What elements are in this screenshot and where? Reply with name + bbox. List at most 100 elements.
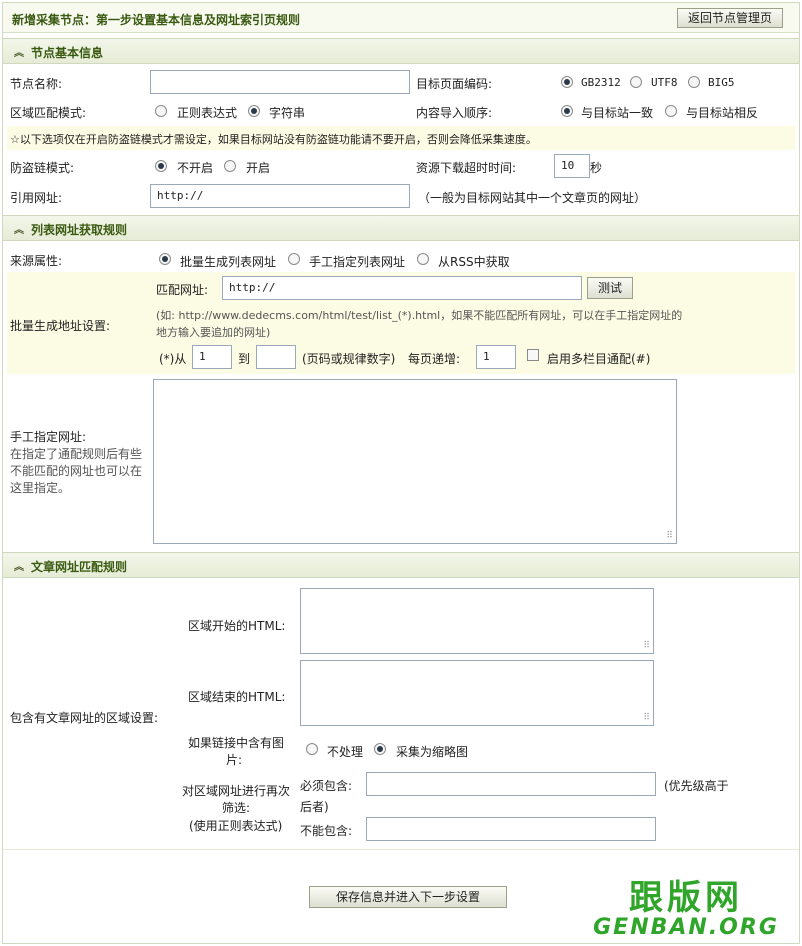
priority-hint-2: 后者): [300, 800, 329, 814]
manual-url-textarea[interactable]: ⠿: [153, 379, 677, 544]
encoding-gb2312-radio[interactable]: [561, 76, 573, 88]
page-header: 新增采集节点：第一步设置基本信息及网址索引页规则 返回节点管理页: [3, 3, 799, 33]
match-mode-regex-label: 正则表达式: [177, 106, 238, 120]
match-url-label: 匹配网址:: [156, 283, 209, 297]
node-name-label: 节点名称:: [10, 77, 63, 91]
match-mode-regex-radio[interactable]: [155, 105, 167, 117]
genban-watermark-logo: 跟版网 GENBAN.ORG: [573, 880, 799, 940]
step-label: 每页递增:: [408, 352, 461, 366]
encoding-gb2312-label: GB2312: [581, 76, 621, 89]
cannot-contain-input[interactable]: [366, 817, 656, 841]
node-name-input[interactable]: [150, 70, 410, 94]
multi-column-checkbox[interactable]: [527, 349, 539, 361]
source-batch-label: 批量生成列表网址: [180, 255, 277, 269]
article-area-label: 包含有文章网址的区域设置:: [10, 711, 159, 725]
source-rss-radio[interactable]: [417, 253, 429, 265]
timeout-label: 资源下载超时时间:: [416, 161, 517, 175]
import-order-same-label: 与目标站一致: [581, 106, 654, 120]
manual-url-label: 手工指定网址:: [10, 430, 87, 444]
antileech-on-label: 开启: [246, 161, 271, 175]
match-url-input[interactable]: http://: [222, 276, 582, 300]
source-manual-radio[interactable]: [288, 253, 300, 265]
from-label: (*)从: [159, 352, 187, 366]
filter-label-3: (使用正则表达式): [189, 819, 283, 833]
image-label-1: 如果链接中含有图: [188, 736, 285, 750]
section-basic-title: 节点基本信息: [31, 46, 104, 60]
image-label-2: 片:: [226, 753, 243, 767]
save-next-button[interactable]: 保存信息并进入下一步设置: [309, 886, 508, 908]
footer-divider: [3, 849, 799, 850]
antileech-off-radio[interactable]: [155, 160, 167, 172]
cannot-contain-label: 不能包含:: [300, 824, 353, 838]
referer-input[interactable]: http://: [150, 184, 410, 208]
encoding-big5-label: BIG5: [708, 76, 735, 89]
encoding-utf8-label: UTF8: [651, 76, 678, 89]
import-order-label: 内容导入顺序:: [416, 106, 493, 120]
section-article-title: 文章网址匹配规则: [31, 560, 128, 574]
timeout-input[interactable]: 10: [554, 154, 590, 178]
timeout-unit: 秒: [590, 161, 603, 175]
filter-label-2: 筛选:: [222, 801, 251, 815]
manual-url-hint-3: 这里指定。: [10, 481, 71, 495]
resize-grip-icon[interactable]: ⠿: [643, 714, 650, 723]
test-button[interactable]: 测试: [587, 277, 634, 299]
match-mode-label: 区域匹配模式:: [10, 106, 87, 120]
section-basic-header[interactable]: ︽ 节点基本信息: [3, 38, 799, 64]
import-order-same-radio[interactable]: [561, 105, 573, 117]
manual-url-hint-1: 在指定了通配规则后有些: [10, 447, 143, 461]
to-label: 到: [238, 352, 251, 366]
section-article-header[interactable]: ︽ 文章网址匹配规则: [3, 552, 799, 578]
section-list-header[interactable]: ︽ 列表网址获取规则: [3, 215, 799, 241]
form-frame: 新增采集节点：第一步设置基本信息及网址索引页规则 返回节点管理页 ︽ 节点基本信…: [2, 2, 800, 944]
import-order-reverse-label: 与目标站相反: [686, 106, 759, 120]
from-input[interactable]: 1: [192, 345, 232, 369]
to-hint: (页码或规律数字): [302, 352, 396, 366]
end-html-textarea[interactable]: ⠿: [300, 660, 654, 726]
start-html-textarea[interactable]: ⠿: [300, 588, 654, 654]
page-title: 新增采集节点：第一步设置基本信息及网址索引页规则: [12, 13, 301, 27]
example-line-2: 地方输入要追加的网址): [156, 326, 271, 339]
section-list-title: 列表网址获取规则: [31, 223, 128, 237]
filter-label-1: 对区域网址进行再次: [182, 784, 291, 798]
must-contain-input[interactable]: [366, 772, 656, 796]
resize-grip-icon[interactable]: ⠿: [643, 642, 650, 651]
manual-url-hint-2: 不能匹配的网址也可以在: [10, 464, 143, 478]
image-ignore-label: 不处理: [327, 745, 364, 759]
example-line-1: (如: http://www.dedecms.com/html/test/lis…: [156, 309, 683, 322]
batch-label: 批量生成地址设置:: [10, 319, 111, 333]
watermark-line-1: 跟版网: [629, 878, 743, 918]
watermark-line-2: GENBAN.ORG: [593, 915, 779, 940]
must-contain-label: 必须包含:: [300, 779, 353, 793]
to-input[interactable]: [256, 345, 296, 369]
end-html-label: 区域结束的HTML:: [188, 690, 286, 704]
image-thumb-radio[interactable]: [374, 743, 386, 755]
image-ignore-radio[interactable]: [306, 743, 318, 755]
resize-grip-icon[interactable]: ⠿: [666, 532, 673, 541]
antileech-off-label: 不开启: [177, 161, 214, 175]
encoding-utf8-radio[interactable]: [630, 76, 642, 88]
encoding-big5-radio[interactable]: [688, 76, 700, 88]
multi-column-label: 启用多栏目通配(#): [547, 352, 651, 366]
antileech-notice: ☆以下选项仅在开启防盗链模式才需设定，如果目标网站没有防盗链功能请不要开启，否则…: [10, 133, 537, 146]
priority-hint-1: (优先级高于: [664, 779, 729, 793]
import-order-reverse-radio[interactable]: [665, 105, 677, 117]
antileech-on-radio[interactable]: [224, 160, 236, 172]
back-to-nodes-button[interactable]: 返回节点管理页: [676, 8, 783, 28]
match-mode-string-label: 字符串: [269, 106, 306, 120]
collapse-chevron-icon[interactable]: ︽: [14, 558, 24, 573]
source-batch-radio[interactable]: [159, 253, 171, 265]
start-html-label: 区域开始的HTML:: [188, 619, 286, 633]
antileech-label: 防盗链模式:: [10, 161, 75, 175]
encoding-label: 目标页面编码:: [416, 77, 493, 91]
collapse-chevron-icon[interactable]: ︽: [14, 44, 24, 59]
source-rss-label: 从RSS中获取: [438, 255, 510, 269]
referer-label: 引用网址:: [10, 191, 63, 205]
source-label: 来源属性:: [10, 254, 63, 268]
referer-hint: （一般为目标网站其中一个文章页的网址）: [418, 191, 647, 205]
match-mode-string-radio[interactable]: [248, 105, 260, 117]
antileech-notice-bar: ☆以下选项仅在开启防盗链模式才需设定，如果目标网站没有防盗链功能请不要开启，否则…: [7, 126, 795, 150]
source-manual-label: 手工指定列表网址: [309, 255, 406, 269]
step-input[interactable]: 1: [476, 345, 516, 369]
collapse-chevron-icon[interactable]: ︽: [14, 221, 24, 236]
image-thumb-label: 采集为缩略图: [396, 745, 469, 759]
